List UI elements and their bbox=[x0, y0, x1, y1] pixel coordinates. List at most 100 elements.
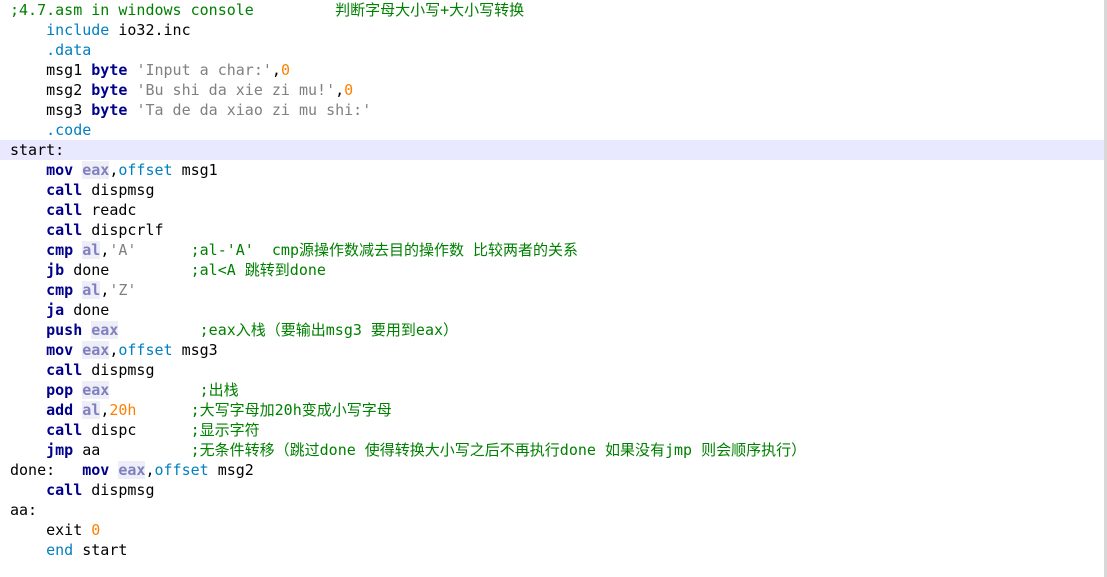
code-editor[interactable]: ;4.7.asm in windows console 判断字母大小写+大小写转… bbox=[0, 0, 1107, 577]
code-line[interactable]: call dispc ;显示字符 bbox=[0, 420, 1107, 440]
code-keyword: push bbox=[46, 321, 83, 339]
code-comment: ;al<A 跳转到done bbox=[190, 261, 326, 279]
code-line[interactable]: mov eax,offset msg1 bbox=[0, 160, 1107, 180]
code-directive: .data bbox=[46, 41, 92, 59]
code-text: dispc bbox=[82, 421, 191, 439]
code-line[interactable]: include io32.inc bbox=[0, 20, 1107, 40]
code-directive: offset bbox=[118, 341, 173, 359]
code-string: 'Bu shi da xie zi mu!' bbox=[136, 81, 336, 99]
code-text: msg3 bbox=[10, 101, 92, 119]
code-keyword: byte bbox=[91, 101, 128, 119]
code-keyword: call bbox=[46, 221, 83, 239]
code-text: dispmsg bbox=[82, 181, 155, 199]
code-line[interactable]: jb done ;al<A 跳转到done bbox=[0, 260, 1107, 280]
code-keyword: byte bbox=[91, 61, 128, 79]
code-comment: ;al-'A' cmp源操作数减去目的操作数 比较两者的关系 bbox=[190, 241, 579, 259]
code-text: , bbox=[100, 401, 110, 419]
code-text: msg3 bbox=[172, 341, 218, 359]
code-line[interactable]: .data bbox=[0, 40, 1107, 60]
code-register: eax bbox=[82, 341, 110, 359]
code-text: exit bbox=[10, 521, 92, 539]
code-number: 0 bbox=[344, 81, 354, 99]
code-area[interactable]: ;4.7.asm in windows console 判断字母大小写+大小写转… bbox=[0, 0, 1107, 560]
code-text: done bbox=[64, 301, 110, 319]
code-line[interactable]: add al,20h ;大写字母加20h变成小写字母 bbox=[0, 400, 1107, 420]
code-comment: ;eax入栈（要输出msg3 要用到eax） bbox=[199, 321, 459, 339]
code-keyword: call bbox=[46, 201, 83, 219]
code-line[interactable]: cmp al,'Z' bbox=[0, 280, 1107, 300]
code-keyword: jmp bbox=[46, 441, 74, 459]
code-text: , bbox=[100, 281, 110, 299]
code-line-current[interactable]: start: bbox=[0, 140, 1107, 160]
code-keyword: cmp bbox=[46, 241, 74, 259]
code-register: al bbox=[82, 241, 101, 259]
code-keyword: call bbox=[46, 481, 83, 499]
code-line[interactable]: exit 0 bbox=[0, 520, 1107, 540]
code-comment: ;显示字符 bbox=[190, 421, 260, 439]
code-line[interactable]: jmp aa ;无条件转移（跳过done 使得转换大小写之后不再执行done 如… bbox=[0, 440, 1107, 460]
code-line[interactable]: pop eax ;出栈 bbox=[0, 380, 1107, 400]
code-directive: offset bbox=[154, 461, 209, 479]
code-keyword: mov bbox=[82, 461, 110, 479]
code-line[interactable]: cmp al,'A' ;al-'A' cmp源操作数减去目的操作数 比较两者的关… bbox=[0, 240, 1107, 260]
code-keyword: cmp bbox=[46, 281, 74, 299]
code-register: eax bbox=[118, 461, 146, 479]
code-string: 'A' bbox=[109, 241, 137, 259]
code-comment: ;无条件转移（跳过done 使得转换大小写之后不再执行done 如果没有jmp … bbox=[190, 441, 807, 459]
code-keyword: jb bbox=[46, 261, 65, 279]
code-line[interactable]: push eax ;eax入栈（要输出msg3 要用到eax） bbox=[0, 320, 1107, 340]
code-register: al bbox=[82, 281, 101, 299]
code-string: 'Input a char:' bbox=[136, 61, 272, 79]
code-line[interactable]: call dispmsg bbox=[0, 360, 1107, 380]
code-line[interactable]: ja done bbox=[0, 300, 1107, 320]
code-directive: end bbox=[46, 541, 74, 559]
code-keyword: add bbox=[46, 401, 74, 419]
code-line[interactable]: call readc bbox=[0, 200, 1107, 220]
code-text: start bbox=[73, 541, 128, 559]
code-line[interactable]: ;4.7.asm in windows console 判断字母大小写+大小写转… bbox=[0, 0, 1107, 20]
code-text: aa bbox=[73, 441, 191, 459]
code-directive: include bbox=[46, 21, 110, 39]
code-text: , bbox=[100, 241, 110, 259]
code-text: msg2 bbox=[208, 461, 254, 479]
code-text: , bbox=[335, 81, 345, 99]
code-line[interactable]: msg2 byte 'Bu shi da xie zi mu!',0 bbox=[0, 80, 1107, 100]
code-keyword: mov bbox=[46, 161, 74, 179]
code-line[interactable]: aa: bbox=[0, 500, 1107, 520]
code-comment: ;4.7.asm in windows console 判断字母大小写+大小写转… bbox=[10, 1, 525, 19]
code-line[interactable]: call dispmsg bbox=[0, 480, 1107, 500]
code-line[interactable]: msg3 byte 'Ta de da xiao zi mu shi:' bbox=[0, 100, 1107, 120]
code-text: msg1 bbox=[10, 61, 92, 79]
code-line[interactable]: done: mov eax,offset msg2 bbox=[0, 460, 1107, 480]
code-keyword: pop bbox=[46, 381, 74, 399]
code-line[interactable]: mov eax,offset msg3 bbox=[0, 340, 1107, 360]
code-text: msg1 bbox=[172, 161, 218, 179]
code-text: dispmsg bbox=[82, 481, 155, 499]
code-line[interactable]: .code bbox=[0, 120, 1107, 140]
code-line[interactable]: msg1 byte 'Input a char:',0 bbox=[0, 60, 1107, 80]
code-line[interactable]: end start bbox=[0, 540, 1107, 560]
code-line[interactable]: call dispmsg bbox=[0, 180, 1107, 200]
code-keyword: call bbox=[46, 421, 83, 439]
code-line[interactable]: call dispcrlf bbox=[0, 220, 1107, 240]
